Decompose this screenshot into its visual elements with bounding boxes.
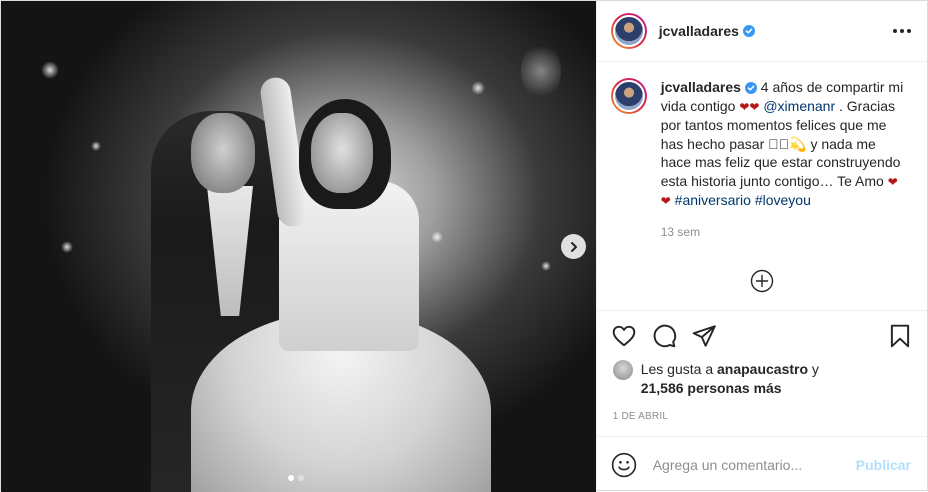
chevron-right-icon	[570, 241, 577, 252]
next-slide-button[interactable]	[561, 234, 586, 259]
liker-avatar[interactable]	[612, 360, 633, 380]
verified-badge-icon	[744, 82, 757, 95]
caption-username[interactable]: jcvalladares	[661, 79, 741, 95]
verified-badge-icon	[742, 25, 755, 37]
add-comment-bar: Publicar	[596, 436, 927, 492]
more-options-icon[interactable]	[893, 29, 911, 33]
bokeh-light	[61, 241, 73, 253]
bokeh-light	[431, 231, 443, 243]
action-bar	[596, 310, 927, 360]
bokeh-light	[541, 261, 551, 271]
emoji-icon[interactable]	[611, 452, 637, 478]
caption: jcvalladares 4 años de compartir mi vida…	[610, 78, 911, 241]
avatar-image	[612, 15, 645, 47]
caption-timestamp[interactable]: 13 sem	[661, 223, 907, 242]
heart-icon[interactable]	[611, 323, 637, 349]
post-header: jcvalladares	[596, 1, 927, 62]
post-date[interactable]: 1 DE ABRIL	[597, 404, 927, 436]
bokeh-light	[521, 41, 561, 101]
likes-prefix: Les gusta a	[640, 361, 717, 377]
header-username[interactable]: jcvalladares	[659, 23, 739, 39]
comments-area: jcvalladares 4 años de compartir mi vida…	[597, 62, 927, 310]
bokeh-light	[91, 141, 101, 151]
comment-icon[interactable]	[651, 323, 677, 349]
share-icon[interactable]	[691, 323, 717, 349]
caption-avatar[interactable]	[610, 78, 647, 114]
bride-face	[311, 113, 373, 193]
carousel-indicator	[288, 475, 304, 481]
likes-section: Les gusta a anapaucastro y 21,586 person…	[597, 360, 927, 404]
caption-emoji: 🏻🏻💫	[789, 135, 807, 152]
liker-username[interactable]: anapaucastro	[717, 361, 808, 377]
post-side-panel: jcvalladares jcvalladares 4 años de comp…	[595, 1, 927, 492]
caption-text: jcvalladares 4 años de compartir mi vida…	[661, 78, 907, 241]
plus-circle-icon[interactable]	[750, 269, 774, 293]
groom-face	[191, 113, 255, 193]
likes-count[interactable]: 21,586 personas más	[641, 380, 782, 396]
heart-emoji: ❤❤	[739, 99, 760, 114]
hashtag-link[interactable]: #aniversario	[675, 192, 751, 208]
bookmark-icon[interactable]	[887, 323, 913, 349]
bokeh-light	[41, 61, 59, 79]
likes-text: Les gusta a anapaucastro y 21,586 person…	[641, 360, 819, 397]
publish-button[interactable]: Publicar	[856, 457, 911, 473]
avatar-image	[612, 80, 645, 112]
hashtag-link[interactable]: #loveyou	[755, 192, 811, 208]
bokeh-light	[471, 81, 485, 95]
likes-connector: y	[808, 361, 819, 377]
mention-link[interactable]: @ximenanr	[763, 98, 835, 114]
carousel-dot	[298, 475, 304, 481]
post-media[interactable]	[1, 1, 596, 492]
avatar[interactable]	[610, 13, 647, 49]
comment-input[interactable]	[652, 456, 856, 473]
instagram-post: jcvalladares jcvalladares 4 años de comp…	[0, 0, 928, 492]
carousel-dot-active	[288, 475, 294, 481]
